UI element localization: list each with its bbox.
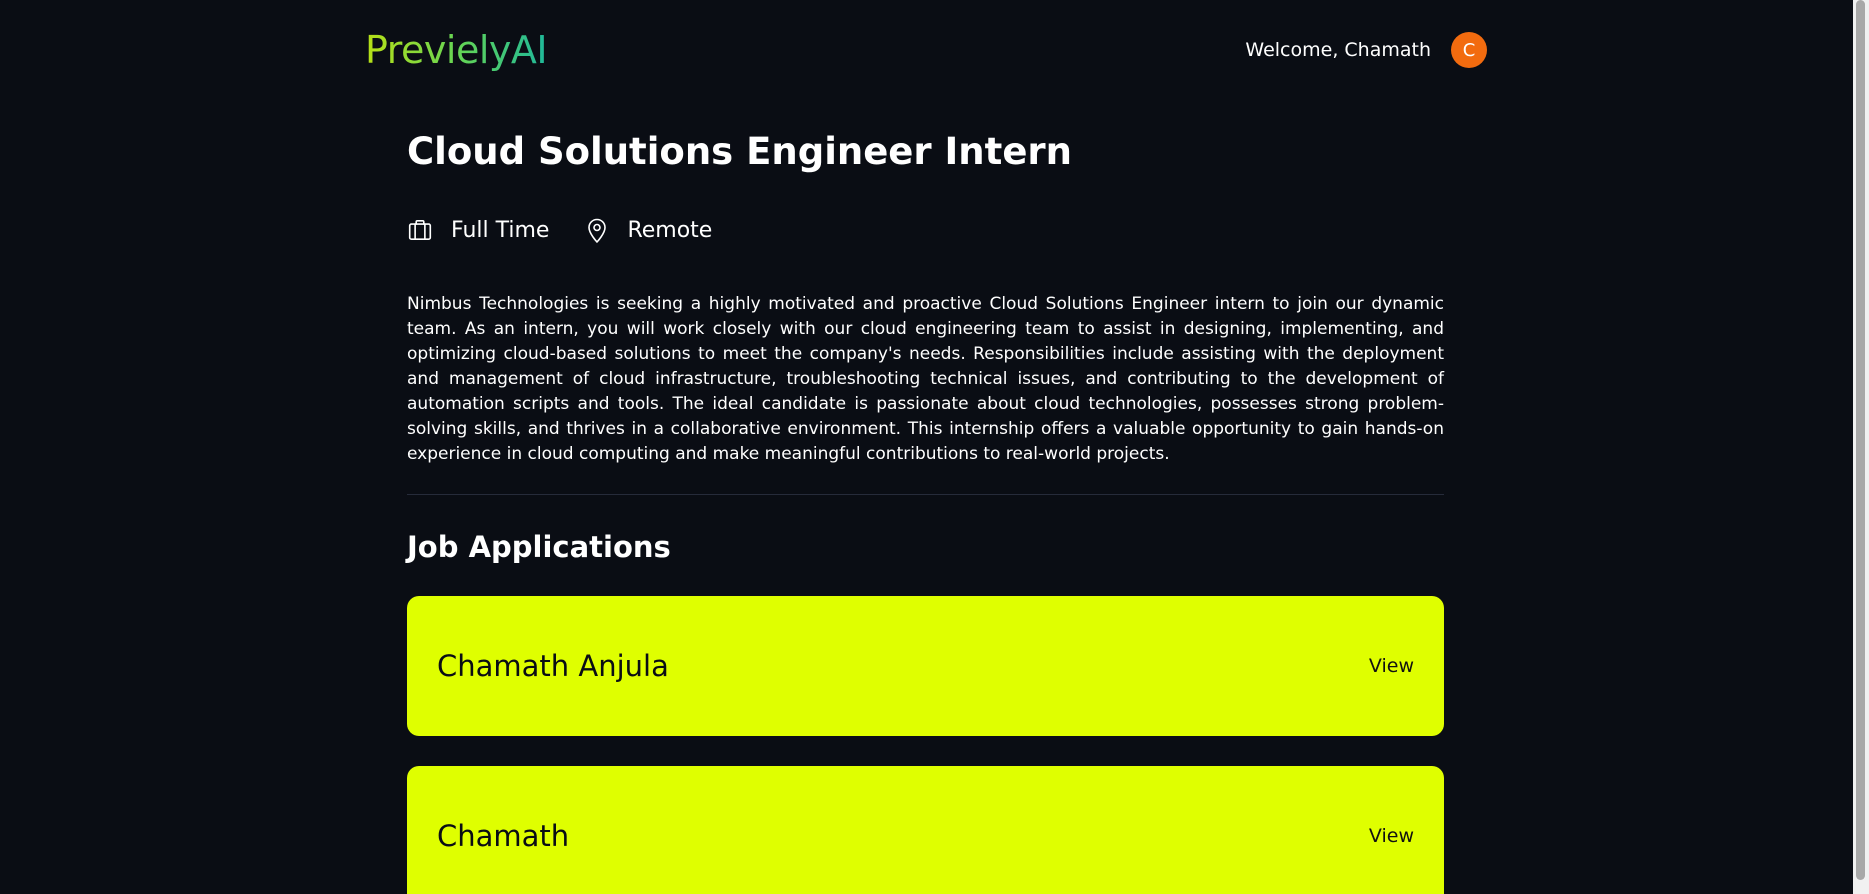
job-description: Nimbus Technologies is seeking a highly … [407, 294, 1444, 464]
vertical-scrollbar[interactable] [1853, 0, 1869, 894]
welcome-text: Welcome, Chamath [1245, 39, 1431, 61]
view-button[interactable]: View [1369, 825, 1414, 847]
applicant-name: Chamath Anjula [437, 649, 669, 683]
scrollbar-thumb[interactable] [1856, 0, 1865, 880]
job-type: Full Time [407, 217, 549, 243]
section-divider [407, 494, 1444, 495]
job-location-label: Remote [627, 217, 713, 243]
application-card[interactable]: Chamath View [407, 766, 1444, 894]
job-location: Remote [585, 216, 712, 244]
job-meta: Full Time Remote [407, 216, 748, 244]
job-title: Cloud Solutions Engineer Intern [407, 130, 1073, 173]
app-logo[interactable]: PrevielyAI [365, 28, 548, 72]
applicant-name: Chamath [437, 819, 570, 853]
page: PrevielyAI Welcome, Chamath C Cloud Solu… [0, 0, 1853, 894]
application-card[interactable]: Chamath Anjula View [407, 596, 1444, 736]
user-area: Welcome, Chamath C [1245, 32, 1487, 68]
job-type-label: Full Time [451, 217, 550, 243]
map-pin-icon [588, 218, 607, 243]
user-avatar[interactable]: C [1451, 32, 1487, 68]
applications-heading: Job Applications [407, 530, 671, 564]
view-button[interactable]: View [1369, 655, 1414, 677]
briefcase-icon [408, 219, 432, 241]
top-header: PrevielyAI Welcome, Chamath C [365, 0, 1487, 100]
